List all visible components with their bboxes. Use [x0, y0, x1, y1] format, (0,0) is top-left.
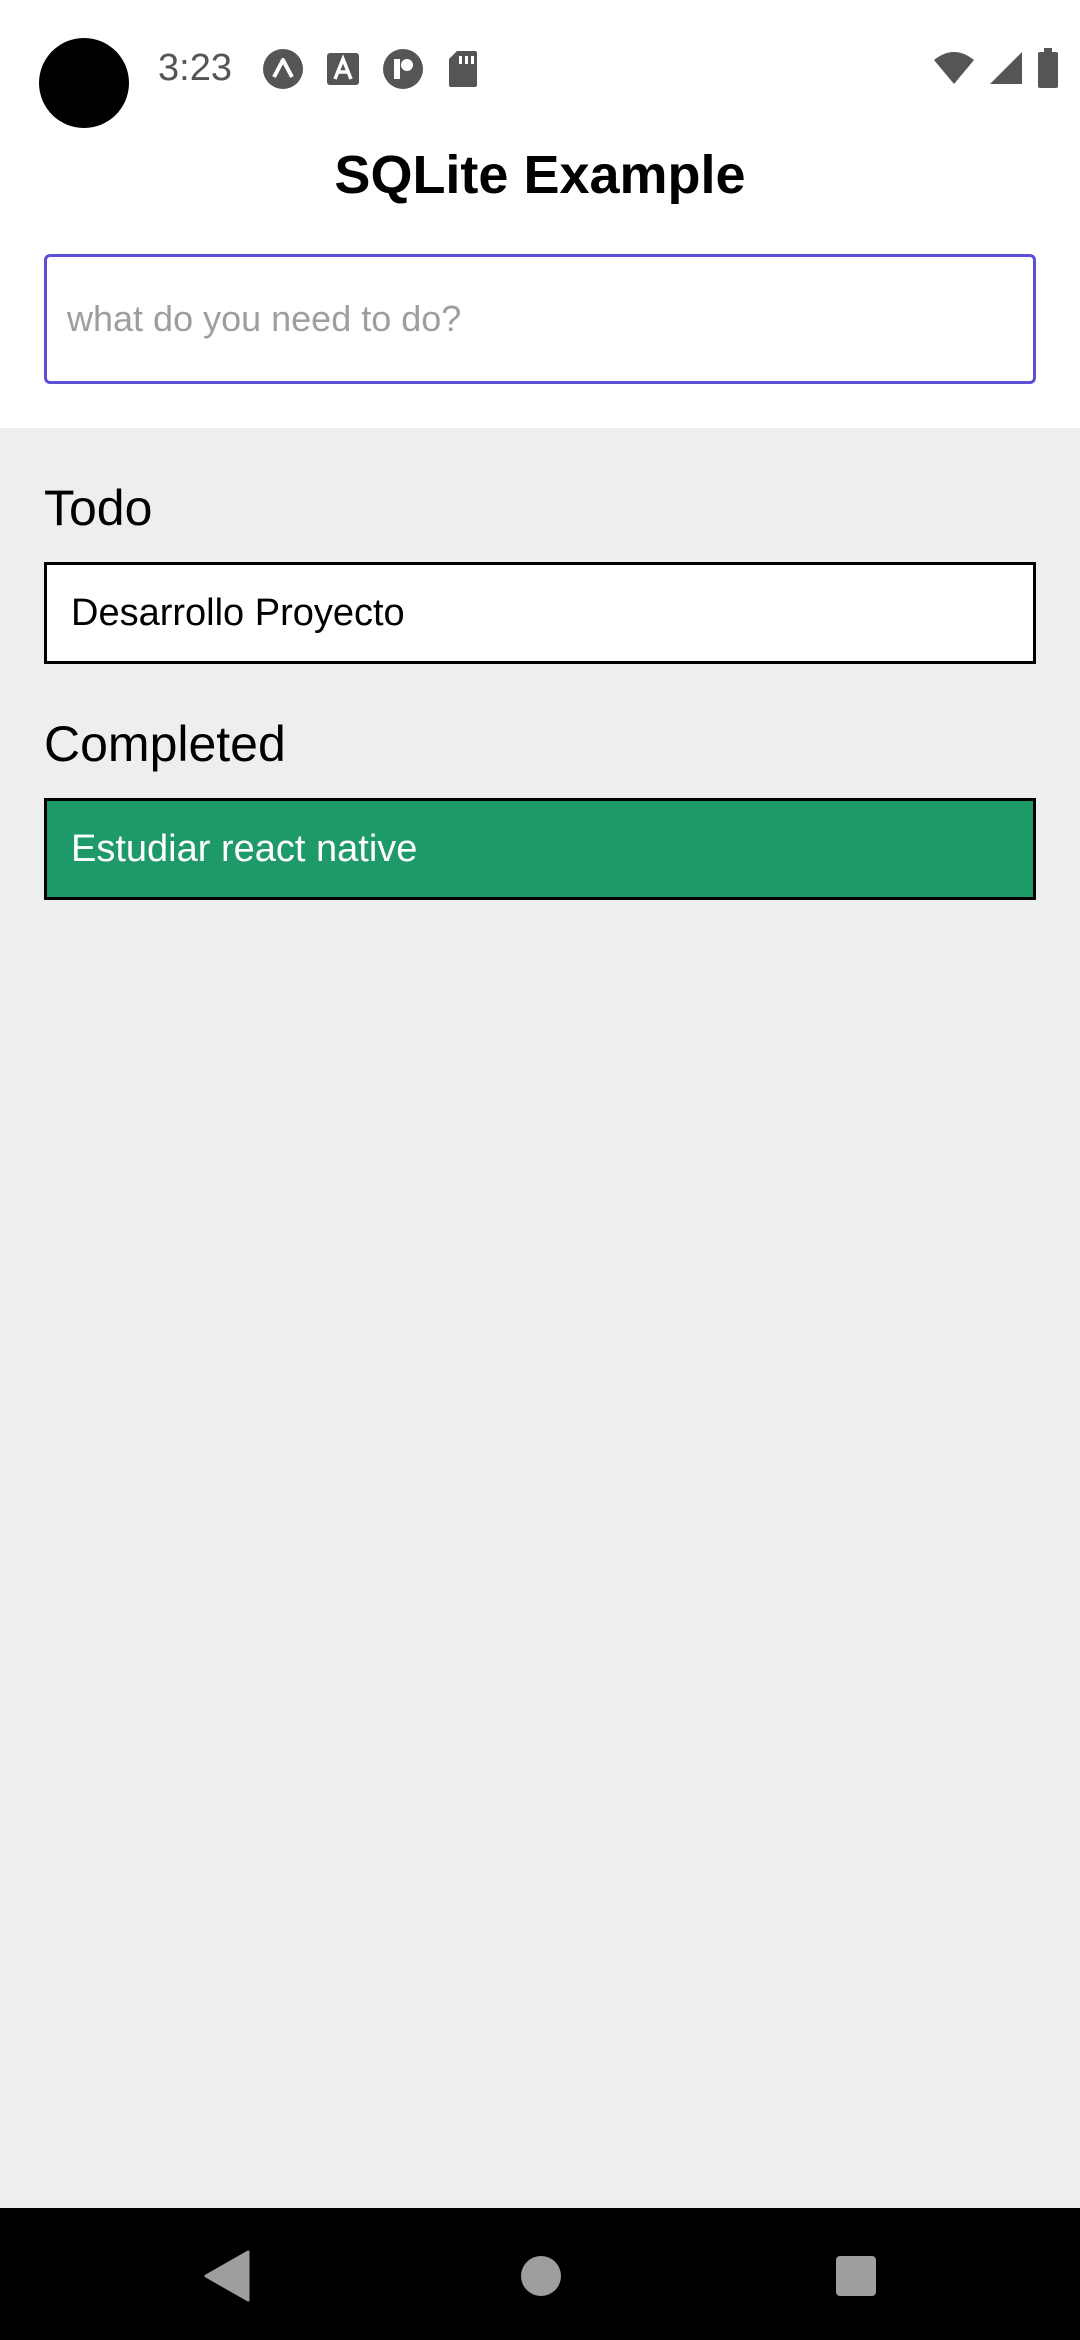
completed-item[interactable]: Estudiar react native	[44, 798, 1036, 900]
back-icon[interactable]	[198, 2248, 254, 2304]
app-p-icon	[382, 48, 424, 90]
home-icon[interactable]	[513, 2248, 569, 2304]
expo-icon	[262, 48, 304, 90]
todo-input[interactable]	[44, 254, 1036, 384]
todo-item[interactable]: Desarrollo Proyecto	[44, 562, 1036, 664]
camera-cutout	[39, 38, 129, 128]
status-time: 3:23	[158, 47, 232, 89]
notification-icons	[262, 48, 502, 90]
todo-heading: Todo	[44, 480, 153, 536]
battery-icon	[1036, 48, 1060, 88]
navigation-bar	[0, 2208, 1080, 2340]
system-icons	[920, 48, 1060, 88]
app-screen: 3:23 SQLite Example what do you need to …	[0, 0, 1080, 2340]
wifi-icon	[932, 50, 976, 86]
sd-card-icon	[442, 48, 484, 90]
font-a-icon	[322, 48, 364, 90]
status-bar: 3:23	[0, 0, 1080, 140]
signal-icon	[988, 50, 1024, 86]
page-title: SQLite Example	[334, 145, 746, 205]
completed-heading: Completed	[44, 716, 286, 772]
recents-icon[interactable]	[828, 2248, 884, 2304]
todo-list-area: Todo Desarrollo Proyecto Completed Estud…	[0, 428, 1080, 2208]
